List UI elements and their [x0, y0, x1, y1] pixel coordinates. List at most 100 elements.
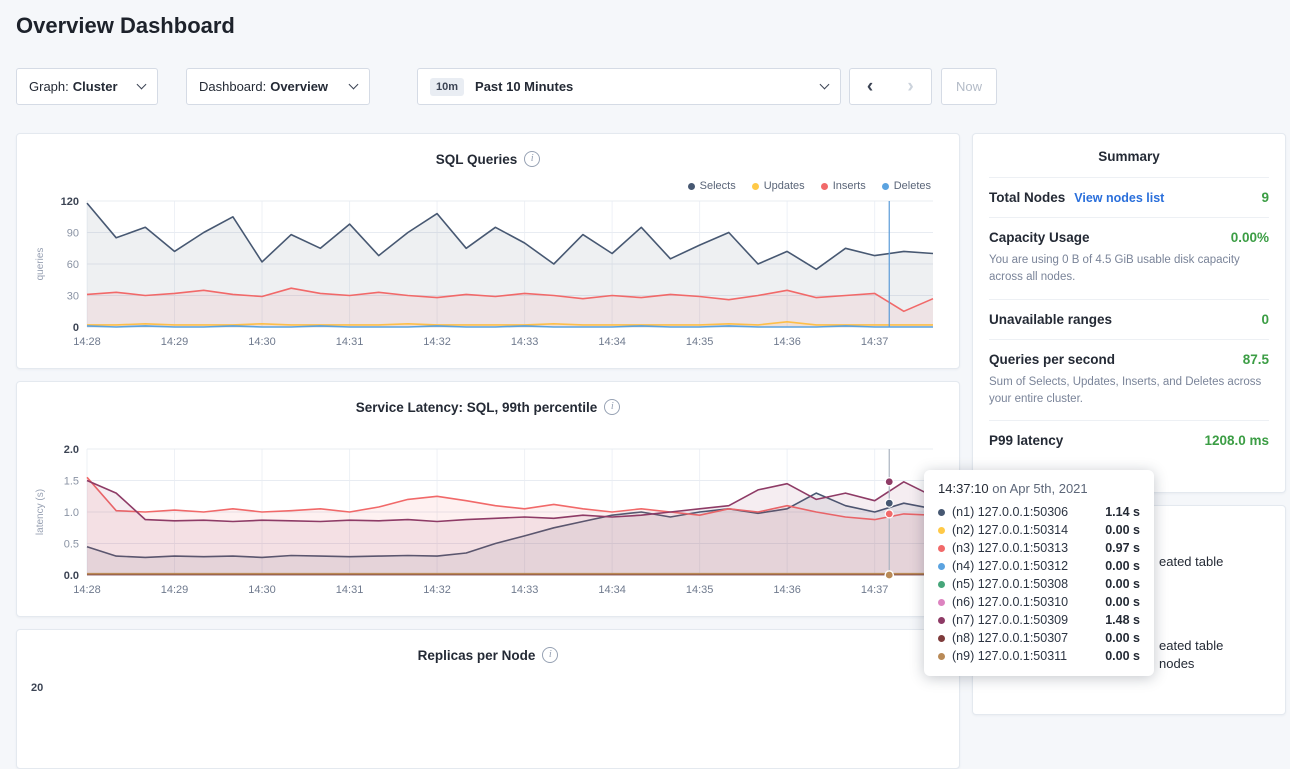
tooltip-timestamp: 14:37:10 on Apr 5th, 2021: [938, 481, 1140, 496]
svg-text:14:30: 14:30: [248, 584, 276, 596]
series-dot-icon: [938, 635, 945, 642]
dashboard-dropdown[interactable]: Dashboard:Overview: [186, 68, 370, 105]
chevron-down-icon: [349, 80, 359, 90]
now-button[interactable]: Now: [941, 68, 997, 105]
series-dot-icon: [938, 617, 945, 624]
tooltip-row: (n4) 127.0.0.1:503120.00 s: [938, 557, 1140, 575]
svg-text:14:33: 14:33: [511, 336, 539, 348]
svg-text:14:37: 14:37: [861, 336, 889, 348]
chart-title: Replicas per Node: [418, 648, 536, 663]
svg-text:latency (s): latency (s): [35, 489, 46, 535]
svg-text:14:36: 14:36: [773, 336, 801, 348]
info-icon[interactable]: i: [542, 647, 558, 663]
tooltip-row: (n5) 127.0.0.1:503080.00 s: [938, 575, 1140, 593]
legend-dot-icon: [688, 183, 695, 190]
page-title: Overview Dashboard: [16, 13, 235, 39]
time-next-button[interactable]: ›: [890, 68, 932, 105]
svg-text:0: 0: [73, 322, 79, 334]
series-dot-icon: [938, 563, 945, 570]
series-dot-icon: [938, 653, 945, 660]
series-dot-icon: [938, 527, 945, 534]
time-range-selector[interactable]: 10m Past 10 Minutes: [417, 68, 841, 105]
summary-row-p99-latency: P99 latency 1208.0 ms: [989, 420, 1269, 460]
tooltip-row: (n9) 127.0.0.1:503110.00 s: [938, 647, 1140, 665]
time-range-label: Past 10 Minutes: [475, 79, 573, 94]
svg-text:14:36: 14:36: [773, 584, 801, 596]
svg-text:1.5: 1.5: [64, 476, 79, 488]
sql-legend: Selects Updates Inserts Deletes: [688, 180, 931, 192]
series-dot-icon: [938, 545, 945, 552]
service-latency-card: Service Latency: SQL, 99th percentile i …: [16, 381, 960, 617]
series-dot-icon: [938, 581, 945, 588]
chart-title-row: Replicas per Node i: [17, 630, 959, 663]
chevron-down-icon: [137, 80, 147, 90]
tooltip-row: (n2) 127.0.0.1:503140.00 s: [938, 521, 1140, 539]
summary-label: Queries per second: [989, 352, 1115, 367]
chart-title: Service Latency: SQL, 99th percentile: [356, 400, 598, 415]
info-icon[interactable]: i: [604, 399, 620, 415]
event-item-text[interactable]: nodes: [1159, 656, 1194, 671]
graph-dropdown-text: Graph:Cluster: [29, 79, 118, 94]
legend-item[interactable]: Deletes: [882, 180, 931, 192]
summary-row-unavailable-ranges: Unavailable ranges 0: [989, 299, 1269, 339]
summary-value: 1208.0 ms: [1204, 433, 1269, 448]
service-latency-chart-plot[interactable]: 14:28 14:29 14:30 14:31 14:32 14:33 14:34 14:35…: [31, 441, 943, 609]
view-nodes-list-link[interactable]: View nodes list: [1074, 191, 1164, 205]
time-range-badge: 10m: [430, 78, 464, 96]
graph-dropdown[interactable]: Graph:Cluster: [16, 68, 158, 105]
svg-text:14:29: 14:29: [161, 584, 189, 596]
tooltip-row: (n6) 127.0.0.1:503100.00 s: [938, 593, 1140, 611]
dashboard-dropdown-text: Dashboard:Overview: [199, 79, 328, 94]
chevron-down-icon: [820, 80, 830, 90]
summary-value: 87.5: [1243, 352, 1269, 367]
series-dot-icon: [938, 509, 945, 516]
summary-description: You are using 0 B of 4.5 GiB usable disk…: [989, 252, 1269, 287]
series-dot-icon: [938, 599, 945, 606]
svg-text:30: 30: [67, 291, 79, 303]
svg-text:14:28: 14:28: [73, 584, 101, 596]
legend-item[interactable]: Selects: [688, 180, 736, 192]
svg-text:14:37: 14:37: [861, 584, 889, 596]
summary-label: P99 latency: [989, 433, 1063, 448]
replicas-per-node-card: Replicas per Node i 20: [16, 629, 960, 769]
event-item-text[interactable]: eated table: [1159, 638, 1223, 653]
summary-description: Sum of Selects, Updates, Inserts, and De…: [989, 374, 1269, 409]
svg-text:60: 60: [67, 259, 79, 271]
svg-text:14:35: 14:35: [686, 584, 714, 596]
summary-label: Unavailable ranges: [989, 312, 1112, 327]
info-icon[interactable]: i: [524, 151, 540, 167]
svg-text:14:32: 14:32: [423, 336, 451, 348]
svg-text:2.0: 2.0: [64, 444, 79, 456]
time-prev-button[interactable]: ‹: [849, 68, 891, 105]
tooltip-row: (n8) 127.0.0.1:503070.00 s: [938, 629, 1140, 647]
chart-title-row: SQL Queries i: [17, 134, 959, 167]
svg-text:queries: queries: [35, 248, 46, 281]
chart-title: SQL Queries: [436, 152, 518, 167]
svg-text:14:32: 14:32: [423, 584, 451, 596]
svg-text:120: 120: [61, 196, 79, 208]
sql-queries-chart-plot[interactable]: 14:2814:2914:3014:3114:3214:3314:3414:35…: [31, 193, 943, 361]
legend-item[interactable]: Inserts: [821, 180, 866, 192]
replicas-y-tick: 20: [31, 682, 43, 694]
legend-dot-icon: [821, 183, 828, 190]
summary-label: Total Nodes: [989, 190, 1065, 205]
tooltip-row: (n7) 127.0.0.1:503091.48 s: [938, 611, 1140, 629]
svg-text:14:30: 14:30: [248, 336, 276, 348]
svg-text:14:31: 14:31: [336, 336, 364, 348]
svg-text:14:29: 14:29: [161, 336, 189, 348]
summary-row-queries-per-second: Queries per second 87.5 Sum of Selects, …: [989, 339, 1269, 421]
svg-text:14:34: 14:34: [598, 584, 626, 596]
tooltip-rows: (n1) 127.0.0.1:503061.14 s(n2) 127.0.0.1…: [938, 503, 1140, 665]
svg-text:14:34: 14:34: [598, 336, 626, 348]
summary-value: 0: [1261, 312, 1269, 327]
event-item-text[interactable]: eated table: [1159, 554, 1223, 569]
tooltip-row: (n1) 127.0.0.1:503061.14 s: [938, 503, 1140, 521]
summary-value: 0.00%: [1231, 230, 1269, 245]
svg-text:90: 90: [67, 228, 79, 240]
summary-row-capacity-usage: Capacity Usage 0.00% You are using 0 B o…: [989, 217, 1269, 299]
chart-title-row: Service Latency: SQL, 99th percentile i: [17, 382, 959, 415]
svg-text:14:33: 14:33: [511, 584, 539, 596]
legend-item[interactable]: Updates: [752, 180, 805, 192]
svg-text:14:31: 14:31: [336, 584, 364, 596]
summary-row-total-nodes: Total Nodes View nodes list 9: [989, 177, 1269, 217]
